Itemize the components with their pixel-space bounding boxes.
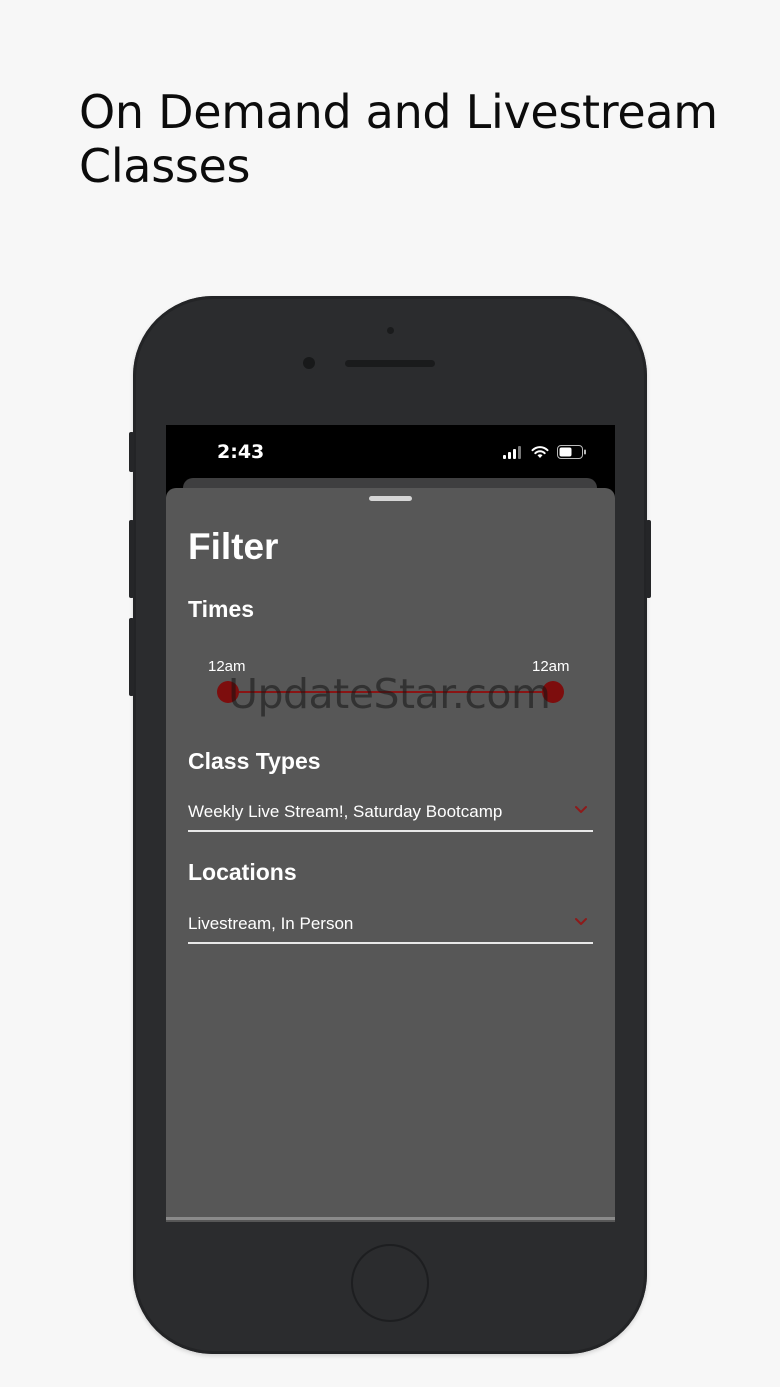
home-button[interactable] (351, 1244, 429, 1322)
cellular-signal-icon (503, 446, 521, 459)
sheet-grabber[interactable] (369, 496, 412, 501)
locations-value: Livestream, In Person (188, 914, 354, 933)
filter-title: Filter (188, 526, 279, 567)
battery-icon (557, 445, 586, 459)
class-types-label: Class Types (188, 748, 321, 774)
volume-down-button (129, 618, 134, 696)
sheet-bottom-divider (166, 1217, 615, 1220)
mute-switch (129, 432, 134, 472)
locations-select[interactable]: Livestream, In Person (188, 908, 593, 944)
power-button (646, 520, 651, 598)
volume-up-button (129, 520, 134, 598)
page-headline: On Demand and Livestream Classes (79, 84, 718, 193)
phone-screen: 2:43 Filter Times 12am 12am UpdateStar.c… (166, 425, 615, 1222)
wifi-icon (531, 446, 549, 458)
earpiece-speaker (345, 360, 435, 367)
class-types-value: Weekly Live Stream!, Saturday Bootcamp (188, 802, 503, 821)
front-camera (303, 357, 315, 369)
chevron-down-icon (575, 918, 587, 925)
times-label: Times (188, 596, 255, 622)
chevron-down-icon (575, 806, 587, 813)
class-types-select[interactable]: Weekly Live Stream!, Saturday Bootcamp (188, 796, 593, 832)
status-time: 2:43 (217, 441, 265, 463)
watermark: UpdateStar.com (228, 670, 551, 718)
proximity-sensor (387, 327, 394, 334)
status-icons (503, 444, 587, 460)
filter-sheet: Filter Times 12am 12am UpdateStar.com Cl… (166, 488, 615, 1222)
locations-label: Locations (188, 859, 297, 885)
